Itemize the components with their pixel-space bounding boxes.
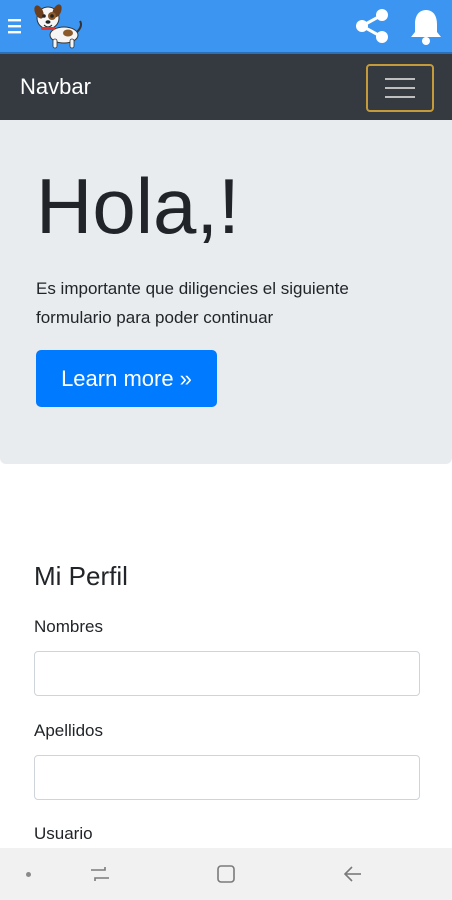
section-title: Mi Perfil [34, 561, 128, 591]
navbar-toggler-button[interactable] [366, 64, 434, 112]
recent-apps-icon[interactable] [88, 862, 112, 886]
back-arrow-icon[interactable] [340, 862, 364, 886]
hamburger-menu-icon[interactable] [6, 14, 24, 38]
share-icon[interactable] [352, 6, 392, 46]
navbar: Navbar [0, 52, 452, 120]
dot-icon [26, 872, 31, 877]
nombres-label: Nombres [34, 617, 103, 636]
nombres-input[interactable] [34, 651, 420, 696]
apellidos-input[interactable] [34, 755, 420, 800]
hamburger-menu-icon [385, 78, 415, 98]
page-title: Hola,! [36, 162, 240, 250]
cartoon-dog-logo-icon [34, 4, 82, 49]
usuario-label: Usuario [34, 824, 93, 843]
apellidos-label: Apellidos [34, 721, 103, 740]
jumbotron-lead-text: Es importante que diligencies el siguien… [36, 279, 349, 327]
system-navigation-bar [0, 848, 452, 900]
home-square-icon[interactable] [214, 862, 238, 886]
app-bar [0, 0, 452, 52]
learn-more-button[interactable]: Learn more » [36, 350, 217, 407]
navbar-brand[interactable]: Navbar [20, 72, 91, 102]
bell-icon[interactable] [406, 6, 446, 46]
